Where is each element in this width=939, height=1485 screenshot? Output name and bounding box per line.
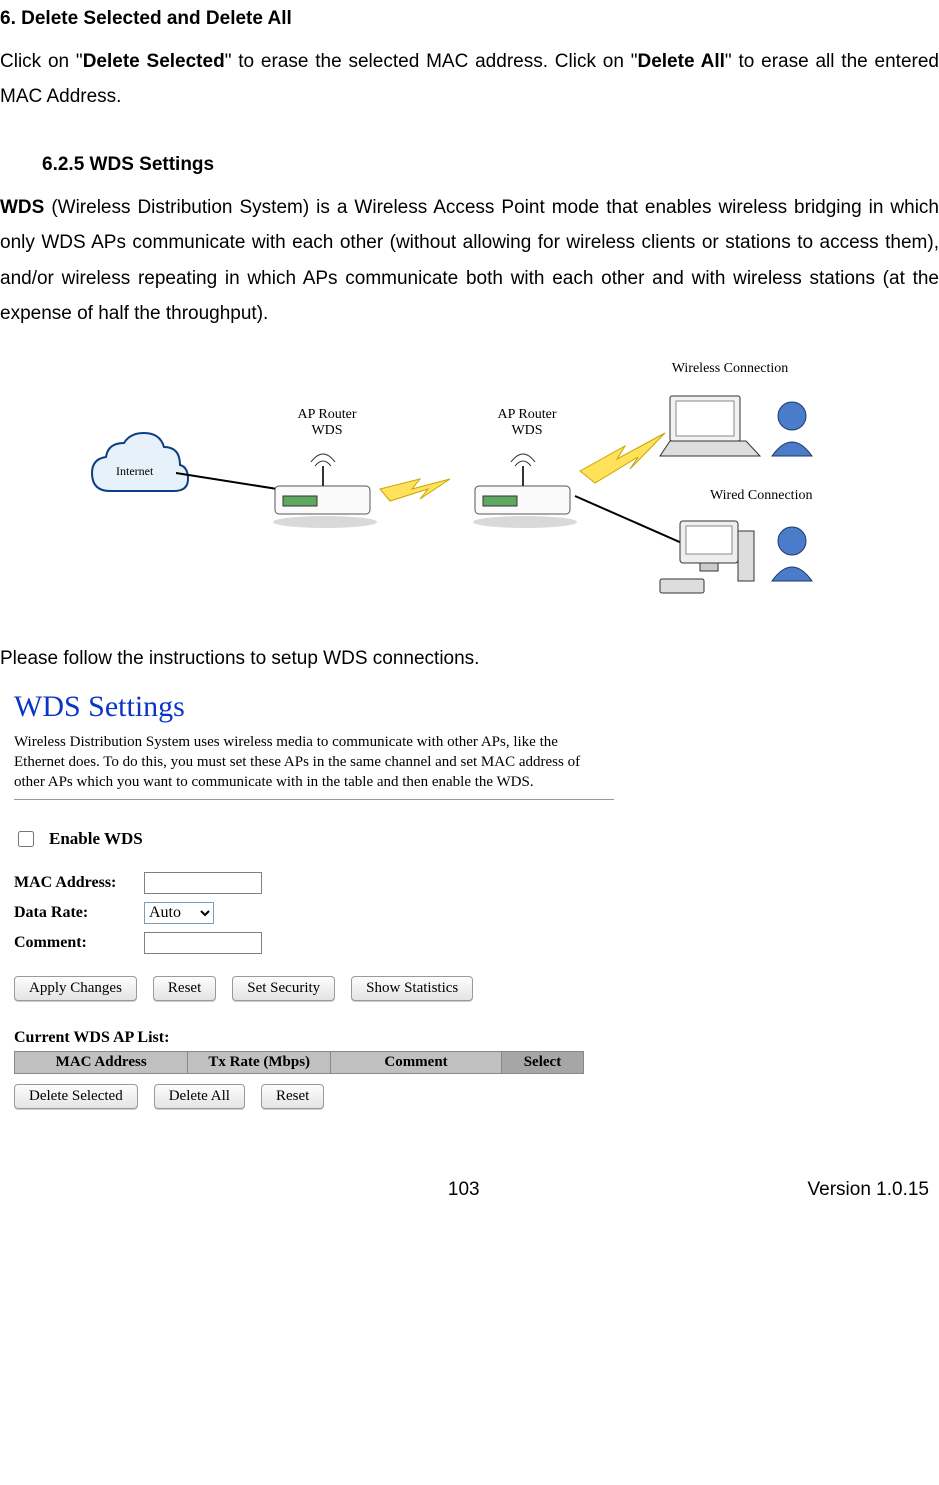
lightning-icon: [380, 479, 450, 501]
set-security-button[interactable]: Set Security: [232, 976, 335, 1001]
wds-term: WDS: [0, 197, 44, 218]
reset2-button[interactable]: Reset: [261, 1084, 324, 1109]
router1-icon: [273, 454, 377, 528]
txt: AP Router: [498, 407, 557, 422]
mac-address-input[interactable]: [144, 872, 262, 894]
user2-icon: [772, 527, 812, 581]
divider: [14, 799, 614, 800]
comment-input[interactable]: [144, 932, 262, 954]
show-statistics-button[interactable]: Show Statistics: [351, 976, 473, 1001]
reset-button[interactable]: Reset: [153, 976, 216, 1001]
user1-icon: [772, 402, 812, 456]
data-rate-select[interactable]: Auto: [144, 902, 214, 924]
col-tx: Tx Rate (Mbps): [188, 1051, 331, 1073]
label-ap2: AP Router WDS: [482, 407, 572, 439]
heading-6: 6. Delete Selected and Delete All: [0, 8, 939, 30]
enable-wds-label: Enable WDS: [49, 829, 143, 849]
version-label: Version 1.0.15: [808, 1179, 929, 1201]
delete-selected-button[interactable]: Delete Selected: [14, 1084, 138, 1109]
router2-icon: [473, 454, 577, 528]
mac-address-label: MAC Address:: [14, 874, 144, 892]
para-followup: Please follow the instructions to setup …: [0, 641, 939, 676]
page-footer: 103 Version 1.0.15: [0, 1179, 939, 1201]
table-header-row: MAC Address Tx Rate (Mbps) Comment Selec…: [15, 1051, 584, 1073]
txt: WDS: [511, 423, 542, 438]
current-ap-list-heading: Current WDS AP List:: [14, 1029, 614, 1047]
lightning2-icon: [580, 433, 665, 483]
wds-diagram: Internet AP Router WDS AP Router WDS Wir…: [80, 351, 880, 621]
delete-all-term: Delete All: [637, 51, 724, 72]
delete-selected-term: Delete Selected: [83, 51, 225, 72]
enable-wds-checkbox[interactable]: [18, 831, 34, 847]
para-delete: Click on "Delete Selected" to erase the …: [0, 44, 939, 114]
apply-changes-button[interactable]: Apply Changes: [14, 976, 137, 1001]
label-wireless: Wireless Connection: [640, 361, 820, 377]
cloud-icon: [92, 433, 188, 491]
desktop-icon: [660, 521, 754, 593]
diagram-svg: [80, 351, 880, 621]
wds-title: WDS Settings: [14, 690, 614, 724]
txt: Click on ": [0, 51, 83, 72]
label-ap1: AP Router WDS: [282, 407, 372, 439]
data-rate-label: Data Rate:: [14, 904, 144, 922]
col-select: Select: [501, 1051, 583, 1073]
label-internet: Internet: [116, 464, 153, 479]
ap-list-table: MAC Address Tx Rate (Mbps) Comment Selec…: [14, 1051, 584, 1074]
wds-settings-panel: WDS Settings Wireless Distribution Syste…: [14, 690, 614, 1109]
line-internet-ap1: [176, 473, 290, 491]
laptop-icon: [660, 396, 760, 456]
col-comment: Comment: [331, 1051, 502, 1073]
label-wired: Wired Connection: [710, 488, 880, 504]
delete-all-button[interactable]: Delete All: [154, 1084, 245, 1109]
page-number: 103: [120, 1179, 808, 1201]
txt: (Wireless Distribution System) is a Wire…: [0, 197, 939, 323]
txt: AP Router: [298, 407, 357, 422]
heading-6-2-5: 6.2.5 WDS Settings: [42, 154, 939, 176]
comment-label: Comment:: [14, 934, 144, 952]
txt: " to erase the selected MAC address. Cli…: [225, 51, 638, 72]
txt: WDS: [311, 423, 342, 438]
col-mac: MAC Address: [15, 1051, 188, 1073]
wds-desc: Wireless Distribution System uses wirele…: [14, 732, 614, 793]
para-wds: WDS (Wireless Distribution System) is a …: [0, 190, 939, 331]
